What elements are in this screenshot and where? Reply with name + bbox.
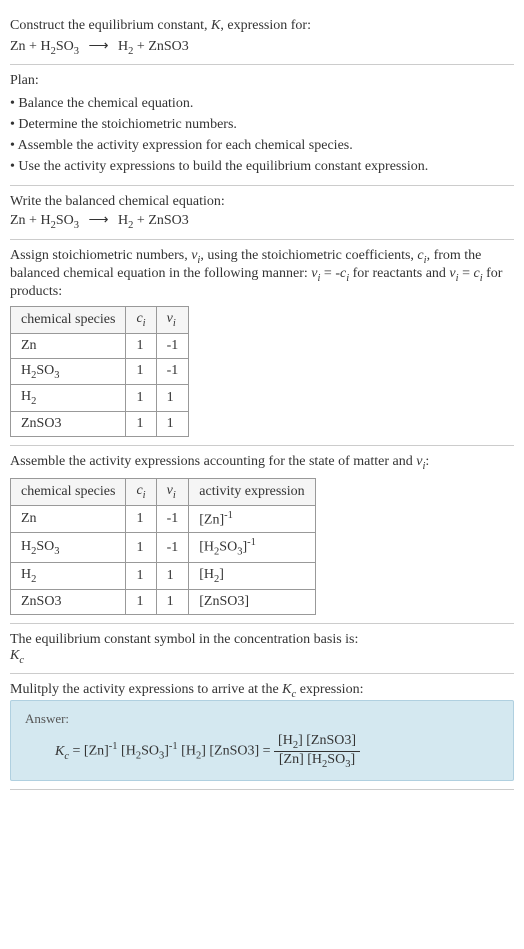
cell-v: 1 [156, 412, 189, 437]
col-v: νi [156, 478, 189, 505]
fraction-numerator: [H2] [ZnSO3] [274, 733, 360, 752]
table-row: H2 1 1 [11, 385, 189, 412]
col-c: ci [126, 478, 156, 505]
activity-table: chemical species ci νi activity expressi… [10, 478, 316, 615]
cell-species: H2 [11, 385, 126, 412]
prompt-section: Construct the equilibrium constant, K, e… [10, 8, 514, 65]
prompt-text: Construct the equilibrium constant, K, e… [10, 16, 514, 36]
cell-species: Zn [11, 505, 126, 533]
cell-expr: [ZnSO3] [189, 589, 315, 614]
cell-v: -1 [156, 505, 189, 533]
cell-species: H2SO3 [11, 358, 126, 385]
prompt-equation: Zn + H2SO3 ⟶ H2 + ZnSO3 [10, 38, 514, 57]
cell-species: Zn [11, 333, 126, 358]
plan-item: • Balance the chemical equation. [10, 93, 514, 114]
plan-section: Plan: • Balance the chemical equation. •… [10, 65, 514, 186]
plan-list: • Balance the chemical equation. • Deter… [10, 93, 514, 177]
multiply-section: Mulitply the activity expressions to arr… [10, 674, 514, 789]
cell-v: -1 [156, 533, 189, 562]
cell-c: 1 [126, 562, 156, 589]
table-row: ZnSO3 1 1 [ZnSO3] [11, 589, 316, 614]
col-species: chemical species [11, 306, 126, 333]
cell-v: 1 [156, 562, 189, 589]
cell-c: 1 [126, 358, 156, 385]
cell-species: H2SO3 [11, 533, 126, 562]
cell-expr: [H2] [189, 562, 315, 589]
col-species: chemical species [11, 478, 126, 505]
cell-expr: [H2SO3]-1 [189, 533, 315, 562]
cell-v: -1 [156, 333, 189, 358]
cell-species: ZnSO3 [11, 589, 126, 614]
table-row: H2 1 1 [H2] [11, 562, 316, 589]
cell-v: -1 [156, 358, 189, 385]
table-header-row: chemical species ci νi activity expressi… [11, 478, 316, 505]
cell-species: H2 [11, 562, 126, 589]
activity-section: Assemble the activity expressions accoun… [10, 446, 514, 624]
table-row: H2SO3 1 -1 [H2SO3]-1 [11, 533, 316, 562]
plan-item: • Determine the stoichiometric numbers. [10, 114, 514, 135]
plan-item: • Use the activity expressions to build … [10, 156, 514, 177]
cell-v: 1 [156, 589, 189, 614]
col-c: ci [126, 306, 156, 333]
table-row: ZnSO3 1 1 [11, 412, 189, 437]
multiply-line: Mulitply the activity expressions to arr… [10, 682, 514, 700]
balanced-equation: Zn + H2SO3 ⟶ H2 + ZnSO3 [10, 212, 514, 231]
plan-item: • Assemble the activity expression for e… [10, 135, 514, 156]
table-row: Zn 1 -1 [11, 333, 189, 358]
fraction: [H2] [ZnSO3] [Zn] [H2SO3] [274, 733, 360, 770]
cell-c: 1 [126, 412, 156, 437]
symbol-line1: The equilibrium constant symbol in the c… [10, 632, 514, 648]
table-header-row: chemical species ci νi [11, 306, 189, 333]
cell-c: 1 [126, 533, 156, 562]
stoich-section: Assign stoichiometric numbers, νi, using… [10, 240, 514, 446]
cell-expr: [Zn]-1 [189, 505, 315, 533]
plan-title: Plan: [10, 73, 514, 89]
answer-box: Answer: Kc = [Zn]-1 [H2SO3]-1 [H2] [ZnSO… [10, 700, 514, 781]
cell-c: 1 [126, 333, 156, 358]
col-expr: activity expression [189, 478, 315, 505]
stoich-table: chemical species ci νi Zn 1 -1 H2SO3 1 -… [10, 306, 189, 437]
table-row: Zn 1 -1 [Zn]-1 [11, 505, 316, 533]
cell-c: 1 [126, 589, 156, 614]
answer-label: Answer: [25, 711, 499, 727]
cell-v: 1 [156, 385, 189, 412]
cell-species: ZnSO3 [11, 412, 126, 437]
answer-expression: Kc = [Zn]-1 [H2SO3]-1 [H2] [ZnSO3] = [H2… [25, 733, 499, 770]
balanced-title: Write the balanced chemical equation: [10, 194, 514, 210]
fraction-denominator: [Zn] [H2SO3] [274, 752, 360, 770]
symbol-section: The equilibrium constant symbol in the c… [10, 624, 514, 675]
prompt-line1: Construct the equilibrium constant, K, e… [10, 18, 311, 33]
activity-intro: Assemble the activity expressions accoun… [10, 454, 514, 472]
table-row: H2SO3 1 -1 [11, 358, 189, 385]
col-v: νi [156, 306, 189, 333]
cell-c: 1 [126, 505, 156, 533]
symbol-kc: Kc [10, 648, 514, 666]
stoich-intro: Assign stoichiometric numbers, νi, using… [10, 248, 514, 300]
cell-c: 1 [126, 385, 156, 412]
balanced-section: Write the balanced chemical equation: Zn… [10, 186, 514, 240]
